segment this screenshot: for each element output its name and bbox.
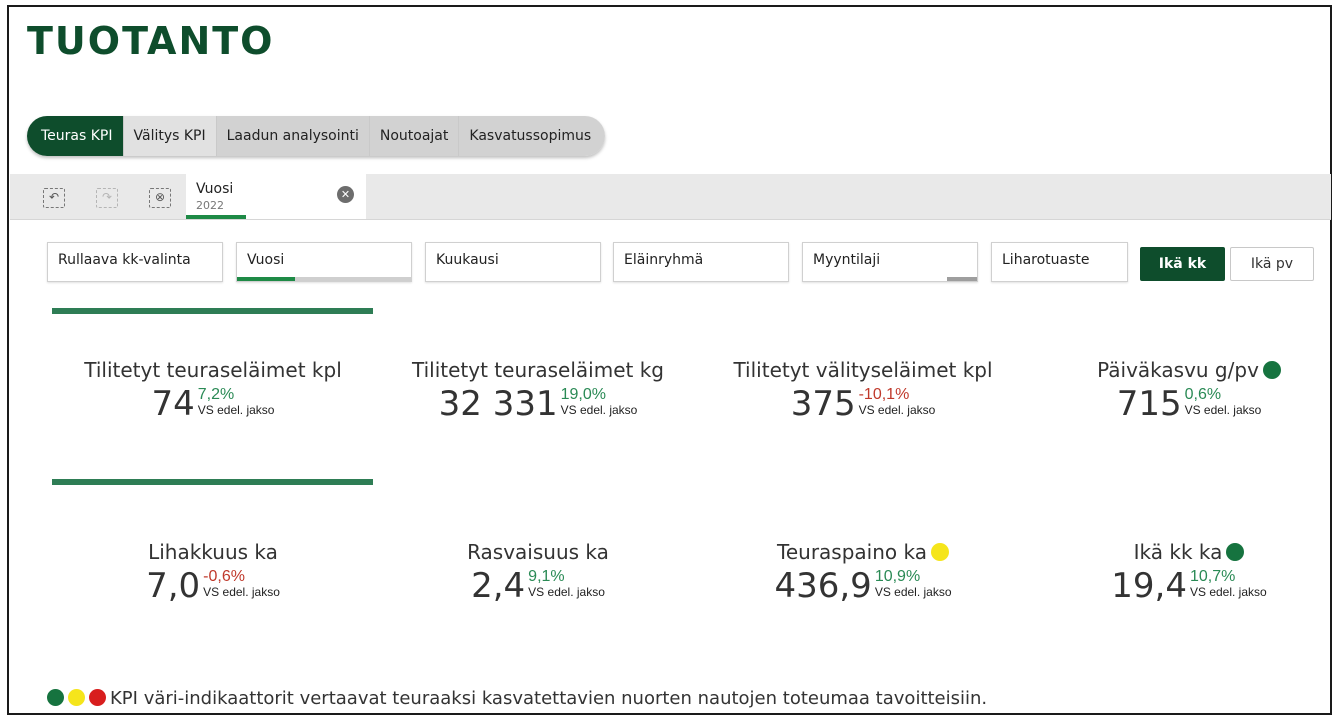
kpi-change: -10,1%: [858, 386, 910, 403]
selection-chip-value: 2022: [196, 199, 224, 212]
kpi-value: 715: [1116, 384, 1182, 424]
step-forward-icon[interactable]: ↷: [96, 188, 118, 208]
close-circle-icon[interactable]: ✕: [337, 186, 354, 203]
kpi-title: Tilitetyt välityseläimet kpl: [733, 358, 993, 382]
kpi-tilitetyt-teuraselaimet-kg: Tilitetyt teuraseläimet kg 32 331 19,0% VS…: [378, 358, 698, 424]
kpi-change: 10,9%: [874, 568, 921, 585]
kpi-value: 32 331: [438, 384, 558, 424]
kpi-value: 74: [151, 384, 195, 424]
kpi-vs-label: VS edel. jakso: [203, 585, 280, 599]
ika-pv-button[interactable]: Ikä pv: [1230, 247, 1314, 281]
kpi-vs-label: VS edel. jakso: [1189, 585, 1267, 599]
filter-elainryhma[interactable]: Eläinryhmä: [613, 242, 789, 282]
selection-chip-title: Vuosi: [196, 181, 234, 197]
filter-rullaava-kk-valinta[interactable]: Rullaava kk-valinta: [47, 242, 223, 282]
kpi-title: Tilitetyt teuraseläimet kpl: [84, 358, 342, 382]
kpi-tilitetyt-valityselaimet-kpl: Tilitetyt välityseläimet kpl 375 -10,1% VS…: [703, 358, 1023, 424]
kpi-ika-kk: Ikä kk ka 19,4 10,7% VS edel. jakso: [1029, 540, 1339, 606]
section-divider-1: [52, 308, 373, 314]
status-indicator-green-icon: [1226, 543, 1245, 561]
filter-label: Liharotuaste: [1002, 252, 1090, 268]
tab-laadun-analysointi[interactable]: Laadun analysointi: [216, 116, 370, 156]
step-back-icon[interactable]: ↶: [43, 188, 65, 208]
ika-kk-button[interactable]: Ikä kk: [1140, 247, 1225, 281]
kpi-lihakkuus: Lihakkuus ka 7,0 -0,6% VS edel. jakso: [53, 540, 373, 606]
kpi-title: Teuraspaino ka: [777, 540, 927, 564]
filter-state-bar: [237, 277, 411, 281]
kpi-tilitetyt-teuraselaimet-kpl: Tilitetyt teuraseläimet kpl 74 7,2% VS ede…: [53, 358, 373, 424]
kpi-title: Päiväkasvu g/pv: [1097, 358, 1259, 382]
filter-label: Kuukausi: [436, 252, 499, 268]
selections-bar: ↶ ↷ ⊗ Vuosi 2022 ✕: [10, 174, 1331, 220]
filter-selected-fill: [237, 277, 295, 281]
kpi-paivakasvu: Päiväkasvu g/pv 715 0,6% VS edel. jakso: [1029, 358, 1339, 424]
kpi-title: Ikä kk ka: [1133, 540, 1223, 564]
kpi-change: 7,2%: [197, 386, 235, 403]
sheet-tabs: Teuras KPI Välitys KPI Laadun analysoint…: [27, 116, 606, 156]
filter-liharotuaste[interactable]: Liharotuaste: [991, 242, 1128, 282]
status-indicator-yellow-icon: [930, 543, 949, 561]
selection-chip-vuosi[interactable]: Vuosi 2022 ✕: [186, 174, 366, 219]
tab-noutoajat[interactable]: Noutoajat: [369, 116, 460, 156]
filter-state-bar: [947, 277, 977, 281]
filter-label: Eläinryhmä: [624, 252, 704, 268]
tab-kasvatussopimus[interactable]: Kasvatussopimus: [459, 116, 606, 156]
kpi-value: 19,4: [1111, 566, 1187, 606]
kpi-change: 10,7%: [1189, 568, 1236, 585]
kpi-change: 19,0%: [560, 386, 606, 403]
kpi-value: 7,0: [146, 566, 201, 606]
kpi-vs-label: VS edel. jakso: [197, 403, 275, 417]
section-divider-2: [52, 479, 373, 485]
filter-kuukausi[interactable]: Kuukausi: [425, 242, 601, 282]
app-frame: TUOTANTO Teuras KPI Välitys KPI Laadun a…: [7, 5, 1332, 715]
kpi-vs-label: VS edel. jakso: [874, 585, 952, 599]
app-title: TUOTANTO: [27, 19, 275, 63]
kpi-title: Rasvaisuus ka: [467, 540, 609, 564]
kpi-value: 436,9: [774, 566, 872, 606]
legend-yellow-dot-icon: [68, 689, 85, 706]
selection-chip-bar: [186, 215, 246, 219]
kpi-value: 2,4: [471, 566, 526, 606]
kpi-teuraspaino: Teuraspaino ka 436,9 10,9% VS edel. jakso: [703, 540, 1023, 606]
status-indicator-green-icon: [1262, 361, 1281, 379]
kpi-change: -0,6%: [203, 568, 245, 585]
tab-teuras-kpi[interactable]: Teuras KPI: [27, 116, 124, 156]
kpi-title: Lihakkuus ka: [148, 540, 278, 564]
filter-vuosi[interactable]: Vuosi: [236, 242, 412, 282]
kpi-vs-label: VS edel. jakso: [528, 585, 605, 599]
kpi-rasvaisuus: Rasvaisuus ka 2,4 9,1% VS edel. jakso: [378, 540, 698, 606]
filter-label: Rullaava kk-valinta: [58, 252, 191, 268]
kpi-change: 9,1%: [528, 568, 565, 585]
filter-label: Vuosi: [247, 252, 285, 268]
legend-green-dot-icon: [47, 689, 64, 706]
legend-text: KPI väri-indikaattorit vertaavat teuraak…: [110, 688, 988, 709]
filter-label: Myyntilaji: [813, 252, 881, 268]
kpi-vs-label: VS edel. jakso: [560, 403, 638, 417]
filter-myyntilaji[interactable]: Myyntilaji: [802, 242, 978, 282]
kpi-vs-label: VS edel. jakso: [858, 403, 936, 417]
kpi-vs-label: VS edel. jakso: [1184, 403, 1262, 417]
kpi-color-legend: KPI väri-indikaattorit vertaavat teuraak…: [47, 688, 987, 709]
tab-valitys-kpi[interactable]: Välitys KPI: [123, 116, 217, 156]
clear-selections-icon[interactable]: ⊗: [149, 188, 171, 208]
kpi-value: 375: [790, 384, 856, 424]
kpi-change: 0,6%: [1184, 386, 1222, 403]
kpi-title: Tilitetyt teuraseläimet kg: [412, 358, 664, 382]
legend-red-dot-icon: [89, 689, 106, 706]
